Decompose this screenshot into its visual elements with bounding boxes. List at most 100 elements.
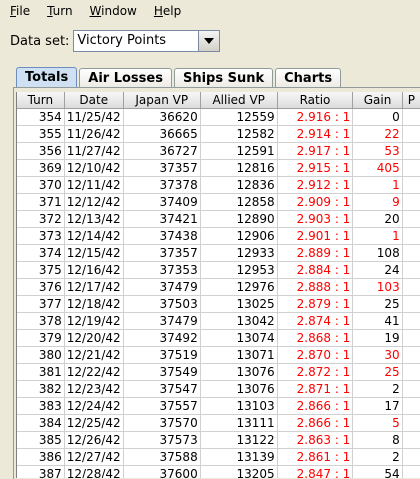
column-header-gain[interactable]: Gain [352,92,403,109]
column-header-p[interactable]: P [402,92,420,109]
menu-item-window[interactable]: Window [80,4,144,18]
table-row[interactable]: 380 12/21/42 37519 13071 2.870 : 1 30 [17,346,420,364]
results-table-container[interactable]: Turn Date Japan VP Allied VP Ratio Gain P 354 1… [16,92,420,478]
cell-date: 12/26/42 [64,431,124,449]
results-table: Turn Date Japan VP Allied VP Ratio Gain P 354 1… [17,92,420,478]
table-row[interactable]: 370 12/11/42 37378 12836 2.912 : 11 [17,176,420,194]
table-row[interactable]: 386 12/27/42 37588 13139 2.861 : 12 [17,448,420,466]
cell-ratio: 2.889 : 1 [277,244,354,262]
cell-allied: 12858 [200,193,278,211]
cell-japan: 37547 [123,380,201,398]
cell-gain: 2 [352,448,403,466]
cell-date: 12/20/42 [64,329,124,347]
cell-gain: 103 [352,278,403,296]
cell-ratio: 2.909 : 1 [277,193,354,211]
menu-item-turn[interactable]: Turn [37,4,79,18]
cell-japan: 37557 [123,397,201,415]
cell-japan: 37519 [123,346,201,364]
table-row[interactable]: 385 12/26/42 37573 13122 2.863 : 18 [17,431,420,449]
table-row[interactable]: 371 12/12/42 37409 12858 2.909 : 19 [17,193,420,211]
cell-date: 12/27/42 [64,448,124,466]
cell-p [402,397,420,415]
cell-turn: 378 [17,312,65,330]
table-row[interactable]: 355 11/26/42 36665 12582 2.914 : 1 22 [17,125,420,143]
cell-japan: 37353 [123,261,201,279]
tab-strip: Totals Air Losses Ships Sunk Charts [16,67,343,88]
table-row[interactable]: 354 11/25/42 36620 12559 2.916 : 10 [17,108,420,126]
cell-p [402,278,420,296]
cell-p [402,346,420,364]
cell-allied: 12953 [200,261,278,279]
column-header-ratio[interactable]: Ratio [277,92,354,109]
cell-turn: 373 [17,227,65,245]
cell-p [402,431,420,449]
dropdown-button[interactable] [198,31,220,51]
dataset-select[interactable]: Victory Points [73,30,221,52]
cell-ratio: 2.884 : 1 [277,261,354,279]
table-row[interactable]: 383 12/24/42 37557 13103 2.866 : 1 17 [17,397,420,415]
cell-allied: 12836 [200,176,278,194]
cell-date: 12/28/42 [64,465,124,478]
table-row[interactable]: 375 12/16/42 37353 12953 2.884 : 1 24 [17,261,420,279]
cell-date: 12/11/42 [64,176,124,194]
cell-date: 12/14/42 [64,227,124,245]
cell-p [402,448,420,466]
column-header-date[interactable]: Date [64,92,124,109]
cell-gain: 41 [352,312,403,330]
cell-japan: 36727 [123,142,201,160]
cell-gain: 108 [352,244,403,262]
cell-gain: 9 [352,193,403,211]
cell-gain: 25 [352,363,403,381]
tab-air-losses[interactable]: Air Losses [79,68,172,87]
cell-allied: 13076 [200,363,278,381]
cell-p [402,329,420,347]
column-header-turn[interactable]: Turn [17,92,65,109]
cell-allied: 12582 [200,125,278,143]
cell-ratio: 2.863 : 1 [277,431,354,449]
column-header-allied-vp[interactable]: Allied VP [200,92,278,109]
column-header-japan-vp[interactable]: Japan VP [123,92,201,109]
table-row[interactable]: 379 12/20/42 37492 13074 2.868 : 1 19 [17,329,420,347]
cell-gain: 25 [352,295,403,313]
cell-turn: 369 [17,159,65,177]
table-row[interactable]: 377 12/18/42 37503 13025 2.879 : 1 25 [17,295,420,313]
cell-date: 12/12/42 [64,193,124,211]
cell-p [402,210,420,228]
cell-turn: 355 [17,125,65,143]
dataset-value: Victory Points [77,33,167,48]
cell-allied: 13103 [200,397,278,415]
table-row[interactable]: 381 12/22/42 37549 13076 2.872 : 1 25 [17,363,420,381]
cell-allied: 13071 [200,346,278,364]
cell-turn: 387 [17,465,65,478]
table-row[interactable]: 376 12/17/42 37479 12976 2.888 : 1 103 [17,278,420,296]
cell-gain: 30 [352,346,403,364]
cell-ratio: 2.912 : 1 [277,176,354,194]
table-row[interactable]: 378 12/19/42 37479 13042 2.874 : 1 41 [17,312,420,330]
cell-p [402,159,420,177]
cell-gain: 5 [352,414,403,432]
table-row[interactable]: 373 12/14/42 37438 12906 2.901 : 11 [17,227,420,245]
cell-p [402,380,420,398]
cell-gain: 24 [352,261,403,279]
tab-totals[interactable]: Totals [16,67,78,87]
menu-item-file[interactable]: File [0,4,37,18]
dataset-row: Data set: Victory Points [10,30,221,52]
dataset-label: Data set: [10,33,70,49]
tab-ships-sunk[interactable]: Ships Sunk [173,68,274,87]
tab-charts[interactable]: Charts [275,68,342,87]
table-row[interactable]: 387 12/28/42 37600 13205 2.847 : 1 54 [17,465,420,478]
cell-turn: 377 [17,295,65,313]
table-row[interactable]: 374 12/15/42 37357 12933 2.889 : 1 108 [17,244,420,262]
table-row[interactable]: 356 11/27/42 36727 12591 2.917 : 1 53 [17,142,420,160]
table-row[interactable]: 369 12/10/42 37357 12816 2.915 : 1 405 [17,159,420,177]
cell-ratio: 2.847 : 1 [277,465,354,478]
table-row[interactable]: 384 12/25/42 37570 13111 2.866 : 15 [17,414,420,432]
table-row[interactable]: 372 12/13/42 37421 12890 2.903 : 1 20 [17,210,420,228]
menu-item-help[interactable]: Help [144,4,188,18]
cell-ratio: 2.917 : 1 [277,142,354,160]
cell-allied: 12591 [200,142,278,160]
cell-date: 12/15/42 [64,244,124,262]
table-row[interactable]: 382 12/23/42 37547 13076 2.871 : 12 [17,380,420,398]
cell-turn: 382 [17,380,65,398]
cell-date: 11/26/42 [64,125,124,143]
